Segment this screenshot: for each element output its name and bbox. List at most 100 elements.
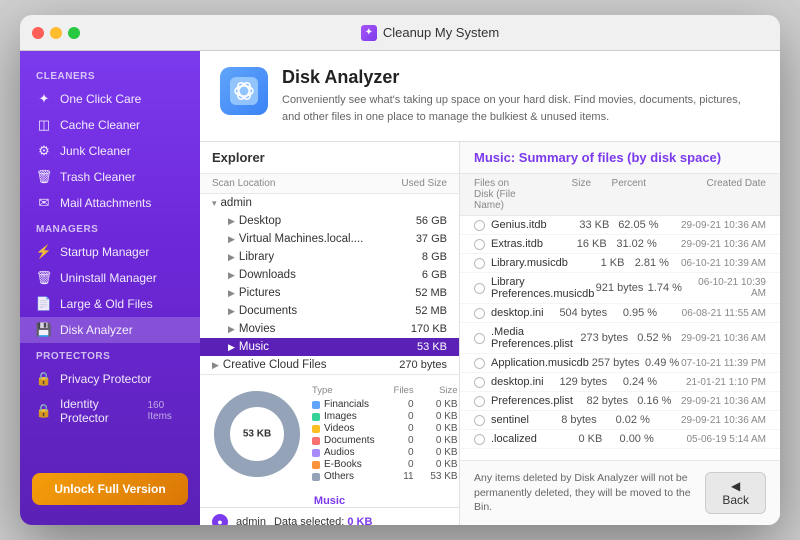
sidebar-item-label: Junk Cleaner — [60, 144, 131, 158]
footer-note: Any items deleted by Disk Analyzer will … — [474, 471, 705, 515]
tree-item-music[interactable]: ▶ Music 53 KB — [200, 338, 459, 356]
tree-item-vms[interactable]: ▶ Virtual Machines.local.... 37 GB — [200, 230, 459, 248]
sidebar-item-disk-analyzer[interactable]: 💾 Disk Analyzer — [20, 317, 200, 343]
tree-item-size: 56 GB — [377, 215, 447, 227]
traffic-lights — [32, 27, 80, 39]
file-date: 05-06-19 5:14 AM — [654, 434, 766, 445]
app-header: Disk Analyzer Conveniently see what's ta… — [200, 51, 780, 142]
tree-item-documents[interactable]: ▶ Documents 52 MB — [200, 302, 459, 320]
file-row[interactable]: desktop.ini 129 bytes 0.24 % 21-01-21 1:… — [460, 373, 780, 392]
file-size: 504 bytes — [544, 307, 608, 319]
radio-circle[interactable] — [474, 377, 485, 388]
legend-row-documents: Documents 0 0 KB — [312, 435, 458, 446]
radio-circle[interactable] — [474, 358, 485, 369]
sidebar-item-trash-cleaner[interactable]: 🗑 Trash Cleaner — [20, 164, 200, 190]
tree-item-desktop[interactable]: ▶ Desktop 56 GB — [200, 212, 459, 230]
arrow-icon: ▶ — [228, 270, 235, 281]
file-name: .localized — [491, 433, 537, 445]
sidebar-item-privacy-protector[interactable]: 🔒 Privacy Protector — [20, 366, 200, 392]
file-row[interactable]: Genius.itdb 33 KB 62.05 % 29-09-21 10:36… — [460, 216, 780, 235]
file-percent: 2.81 % — [624, 257, 668, 269]
file-row[interactable]: .localized 0 KB 0.00 % 05-06-19 5:14 AM — [460, 430, 780, 449]
tree-item-label: Library — [239, 251, 377, 263]
tree-item-size: 170 KB — [377, 323, 447, 335]
tree-item-pictures[interactable]: ▶ Pictures 52 MB — [200, 284, 459, 302]
arrow-icon: ▶ — [212, 360, 219, 371]
col-scan-location: Scan Location — [212, 178, 377, 189]
file-rows-container: Genius.itdb 33 KB 62.05 % 29-09-21 10:36… — [460, 216, 780, 449]
tree-item-creative-cloud[interactable]: ▶ Creative Cloud Files 270 bytes — [200, 356, 459, 374]
arrow-icon: ▶ — [228, 342, 235, 353]
file-row[interactable]: .Media Preferences.plist 273 bytes 0.52 … — [460, 323, 780, 354]
explorer-panel: Explorer Scan Location Used Size ▾ admin… — [200, 142, 460, 525]
radio-circle[interactable] — [474, 415, 485, 426]
window-title: Cleanup My System — [383, 25, 499, 40]
lh-size: Size — [418, 385, 458, 396]
sidebar-item-junk-cleaner[interactable]: ⚙ Junk Cleaner — [20, 138, 200, 164]
radio-circle[interactable] — [474, 434, 485, 445]
tree-item-movies[interactable]: ▶ Movies 170 KB — [200, 320, 459, 338]
sidebar-item-label: Cache Cleaner — [60, 118, 140, 132]
tree-item-downloads[interactable]: ▶ Downloads 6 GB — [200, 266, 459, 284]
file-name: sentinel — [491, 414, 529, 426]
file-size: 129 bytes — [544, 376, 608, 388]
radio-circle[interactable] — [474, 258, 485, 269]
legend-row-videos: Videos 0 0 KB — [312, 423, 458, 434]
startup-icon: ⚡ — [36, 244, 52, 260]
sidebar-item-identity-protector[interactable]: 🔒 Identity Protector 160 Items — [20, 392, 200, 430]
file-name: Genius.itdb — [491, 219, 547, 231]
lr-size: 0 KB — [418, 399, 458, 410]
radio-circle[interactable] — [474, 333, 485, 344]
protectors-section-label: Protectors — [20, 343, 200, 366]
file-percent: 0.02 % — [597, 414, 650, 426]
file-size: 921 bytes — [594, 282, 643, 294]
sidebar-item-label: Privacy Protector — [60, 372, 151, 386]
sidebar-item-uninstall-manager[interactable]: 🗑 Uninstall Manager — [20, 265, 200, 291]
tree-item-admin[interactable]: ▾ admin — [200, 194, 459, 212]
sidebar-item-label: Disk Analyzer — [60, 323, 133, 337]
unlock-button[interactable]: Unlock Full Version — [32, 473, 188, 505]
status-value: 0 KB — [347, 516, 372, 525]
donut-area: 53 KB Type Files Size Financials — [200, 374, 459, 493]
lr-files: 0 — [379, 423, 414, 434]
sidebar-item-large-old-files[interactable]: 📄 Large & Old Files — [20, 291, 200, 317]
radio-circle[interactable] — [474, 308, 485, 319]
sidebar-item-startup-manager[interactable]: ⚡ Startup Manager — [20, 239, 200, 265]
lr-type: Others — [324, 471, 375, 482]
documents-dot — [312, 437, 320, 445]
file-row[interactable]: Library Preferences.musicdb 921 bytes 1.… — [460, 273, 780, 304]
back-button[interactable]: ◀ Back — [705, 472, 766, 514]
file-name: desktop.ini — [491, 376, 544, 388]
file-date: 29-09-21 10:36 AM — [657, 239, 766, 250]
tree-item-library[interactable]: ▶ Library 8 GB — [200, 248, 459, 266]
files-header-suffix: Summary of files (by disk space) — [519, 150, 721, 165]
file-row[interactable]: Preferences.plist 82 bytes 0.16 % 29-09-… — [460, 392, 780, 411]
file-row[interactable]: Extras.itdb 16 KB 31.02 % 29-09-21 10:36… — [460, 235, 780, 254]
arrow-icon: ▶ — [228, 288, 235, 299]
tree-item-label: Movies — [239, 323, 377, 335]
radio-circle[interactable] — [474, 220, 485, 231]
file-row[interactable]: desktop.ini 504 bytes 0.95 % 06-08-21 11… — [460, 304, 780, 323]
files-footer: Any items deleted by Disk Analyzer will … — [460, 460, 780, 525]
lr-size: 0 KB — [418, 459, 458, 470]
file-percent: 62.05 % — [609, 219, 658, 231]
file-row[interactable]: sentinel 8 bytes 0.02 % 29-09-21 10:36 A… — [460, 411, 780, 430]
file-row[interactable]: Application.musicdb 257 bytes 0.49 % 07-… — [460, 354, 780, 373]
radio-circle[interactable] — [474, 283, 485, 294]
sidebar-item-cache-cleaner[interactable]: ◫ Cache Cleaner — [20, 112, 200, 138]
lr-files: 0 — [379, 459, 414, 470]
sidebar-item-mail-attachments[interactable]: ✉ Mail Attachments — [20, 190, 200, 216]
close-button[interactable] — [32, 27, 44, 39]
file-name: desktop.ini — [491, 307, 544, 319]
minimize-button[interactable] — [50, 27, 62, 39]
fc-name: Files on Disk (File Name) — [474, 178, 521, 211]
lr-files: 11 — [379, 471, 414, 482]
sidebar-item-one-click-care[interactable]: ✦ One Click Care — [20, 86, 200, 112]
file-date: 06-08-21 11:55 AM — [657, 308, 766, 319]
radio-circle[interactable] — [474, 239, 485, 250]
file-name: Application.musicdb — [491, 357, 589, 369]
file-percent: 1.74 % — [643, 282, 682, 294]
maximize-button[interactable] — [68, 27, 80, 39]
radio-circle[interactable] — [474, 396, 485, 407]
file-row[interactable]: Library.musicdb 1 KB 2.81 % 06-10-21 10:… — [460, 254, 780, 273]
